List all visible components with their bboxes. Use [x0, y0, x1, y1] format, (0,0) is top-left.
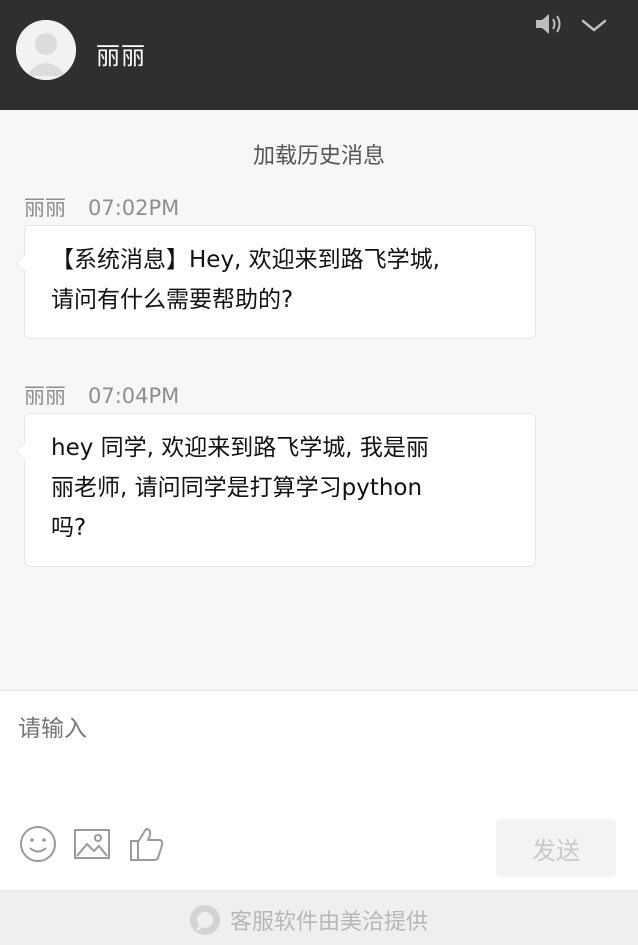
message-line: 请问有什么需要帮助的?: [51, 287, 294, 313]
message-line: hey 同学, 欢迎来到路飞学城, 我是丽: [51, 435, 429, 461]
message-input[interactable]: [16, 707, 620, 801]
image-icon[interactable]: [72, 824, 112, 864]
footer-text: 客服软件由美洽提供: [230, 910, 429, 935]
user-avatar-icon: [16, 20, 76, 80]
message-line: 【系统消息】Hey, 欢迎来到路飞学城,: [51, 247, 440, 273]
smiley-icon[interactable]: [18, 824, 58, 864]
message-line: 丽老师, 请问同学是打算学习python: [51, 475, 423, 501]
message-line: 吗?: [51, 515, 87, 541]
composer: 发送: [0, 690, 638, 891]
load-history-link[interactable]: 加载历史消息: [0, 138, 638, 170]
thumbs-up-icon[interactable]: [127, 824, 167, 864]
speaker-icon[interactable]: [534, 11, 566, 37]
message-list[interactable]: 加载历史消息 丽丽 07:02PM 【系统消息】Hey, 欢迎来到路飞学城, 请问…: [0, 110, 638, 690]
chat-widget: 丽丽 加载历史消息 丽丽 07:02PM 【系统消息】Hey, 欢迎来到路飞学城,…: [0, 0, 638, 945]
agent-name: 丽丽: [96, 42, 146, 70]
message-bubble: hey 同学, 欢迎来到路飞学城, 我是丽 丽老师, 请问同学是打算学习pyth…: [16, 413, 536, 567]
message-time: 07:02PM: [88, 196, 180, 220]
meiqia-logo-icon: [190, 905, 220, 935]
message-meta: 丽丽 07:04PM: [24, 380, 179, 410]
send-button[interactable]: 发送: [496, 819, 616, 877]
footer: 客服软件由美洽提供: [0, 890, 638, 945]
message-bubble: 【系统消息】Hey, 欢迎来到路飞学城, 请问有什么需要帮助的?: [16, 225, 536, 339]
powered-by: 客服软件由美洽提供: [188, 903, 428, 937]
message-time: 07:04PM: [88, 384, 180, 408]
message-sender: 丽丽: [24, 196, 66, 220]
chevron-down-icon[interactable]: [580, 14, 608, 36]
message-sender: 丽丽: [24, 384, 66, 408]
message-meta: 丽丽 07:02PM: [24, 192, 179, 222]
chat-header: 丽丽: [0, 0, 638, 110]
